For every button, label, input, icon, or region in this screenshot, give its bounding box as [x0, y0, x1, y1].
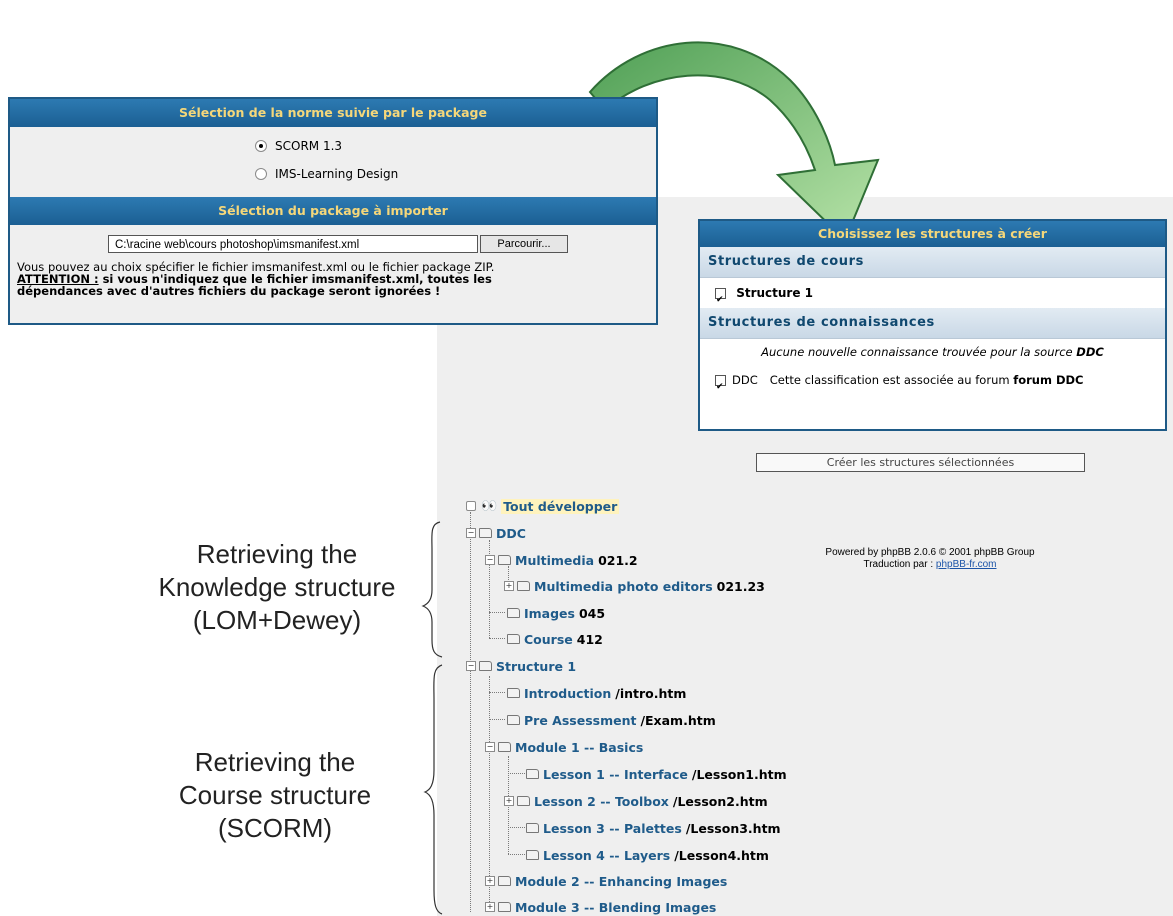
course-brace: [423, 664, 443, 915]
knowledge-brace: [421, 521, 443, 658]
annotation-braces: [421, 521, 443, 915]
